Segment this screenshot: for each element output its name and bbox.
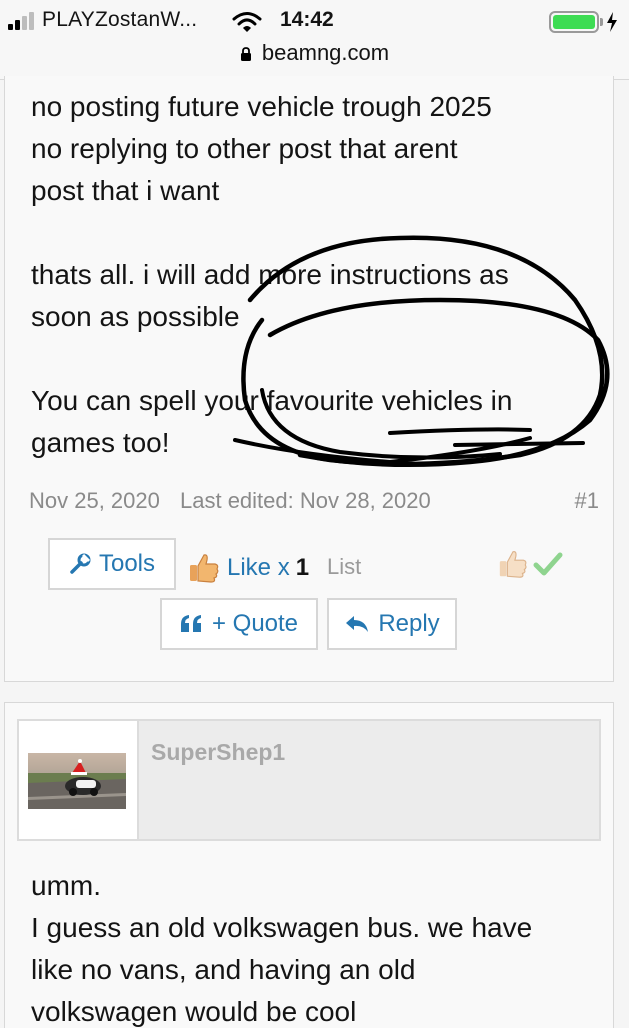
thumbs-up-icon [190, 554, 219, 583]
likes-list-link[interactable]: List [327, 554, 361, 580]
post-meta: Nov 25, 2020 Last edited: Nov 28, 2020 [29, 488, 445, 514]
url-text: beamng.com [261, 40, 390, 65]
clock: 14:42 [280, 8, 334, 31]
forum-post: no posting future vehicle trough 2025 no… [4, 76, 614, 682]
quote-label: + Quote [211, 610, 299, 637]
quote-button[interactable]: + Quote [160, 598, 318, 650]
reply-arrow-icon [346, 616, 369, 632]
wifi-icon [232, 12, 262, 32]
like-label: Like x [227, 554, 290, 581]
browser-status-bar: PLAYZostanW... 14:42 beamng.com [0, 0, 629, 80]
reply-button[interactable]: Reply [327, 598, 457, 650]
wrench-icon [70, 553, 91, 574]
post-date[interactable]: Nov 25, 2020 [29, 488, 160, 513]
reply-label: Reply [378, 610, 440, 637]
post-text-line: games too! [31, 427, 170, 458]
post-text-line: no replying to other post that arent [31, 133, 458, 164]
user-info-bar: SuperShep1 [17, 719, 601, 841]
check-icon[interactable] [533, 550, 563, 578]
quote-icon [180, 615, 201, 632]
last-edited: Last edited: Nov 28, 2020 [180, 488, 431, 513]
battery-icon [549, 11, 599, 33]
lock-icon [240, 47, 251, 61]
post-text-line: post that i want [31, 175, 220, 206]
post-text-line: like no vans, and having an old [31, 954, 416, 985]
username-link[interactable]: SuperShep1 [151, 739, 285, 766]
like-count: 1 [295, 554, 310, 581]
post-text-line: umm. [31, 870, 101, 901]
post-text-line: volkswagen would be cool [31, 996, 357, 1027]
signal-icon [8, 12, 40, 30]
post-text-line: no posting future vehicle trough 2025 [31, 91, 492, 122]
post-permalink[interactable]: #1 [575, 488, 599, 514]
charging-icon [607, 12, 617, 32]
post-text-line: thats all. i will add more instructions … [31, 259, 509, 290]
avatar[interactable] [28, 753, 126, 809]
thumbs-up-icon[interactable] [497, 548, 529, 580]
reaction-icons [497, 548, 563, 580]
url-bar[interactable]: beamng.com [0, 40, 629, 66]
post-text-line: soon as possible [31, 301, 240, 332]
tools-button[interactable]: Tools [48, 538, 176, 590]
like-button[interactable]: Like x 1 [187, 548, 309, 588]
carrier-name: PLAYZostanW... [42, 8, 198, 31]
post-text-line: You can spell your favourite vehicles in [31, 385, 513, 416]
tools-label: Tools [98, 550, 156, 577]
forum-post: SuperShep1 umm. I guess an old volkswage… [4, 702, 614, 1028]
avatar-container[interactable] [19, 721, 139, 839]
post-text-line: I guess an old volkswagen bus. we have [31, 912, 533, 943]
